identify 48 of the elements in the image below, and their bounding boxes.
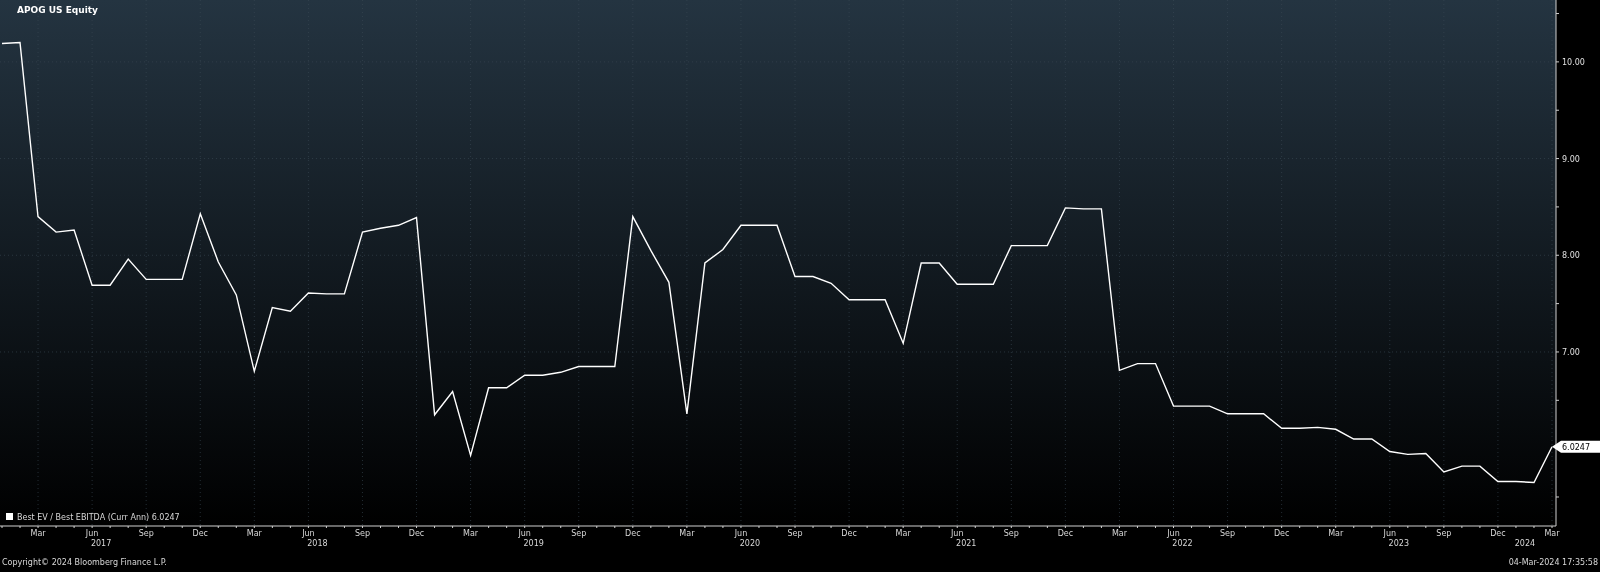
x-tick-label: Mar <box>1328 529 1344 538</box>
x-tick-label: Jun <box>518 529 531 538</box>
y-tick-label: 9.00 <box>1562 154 1580 164</box>
x-tick-label: Mar <box>30 529 46 538</box>
x-tick-label: Mar <box>246 529 262 538</box>
year-label: 2022 <box>1172 539 1193 548</box>
legend-swatch <box>6 513 13 520</box>
x-tick-label: Jun <box>734 529 748 538</box>
x-tick-label: Mar <box>1111 529 1127 538</box>
x-tick-label: Dec <box>1057 529 1074 538</box>
y-tick-label: 7.00 <box>1562 347 1580 357</box>
x-tick-label: Dec <box>1273 529 1290 538</box>
x-tick-label: Jun <box>1167 529 1180 538</box>
x-tick-label: Dec <box>1490 529 1506 538</box>
last-value-tag: 6.0247 <box>1552 440 1600 453</box>
x-tick-label: Mar <box>679 529 695 538</box>
year-label: 2021 <box>956 539 977 548</box>
x-tick-label: Sep <box>354 529 370 538</box>
x-tick-label: Sep <box>1436 529 1452 538</box>
year-label: 2018 <box>307 539 328 548</box>
x-tick-label: Dec <box>625 529 641 538</box>
x-tick-label: Dec <box>841 529 857 538</box>
x-tick-label: Mar <box>463 529 479 538</box>
x-tick-label: Mar <box>1544 529 1560 538</box>
x-tick-label: Dec <box>408 529 425 538</box>
x-tick-label: Sep <box>1003 529 1019 538</box>
year-label: 2024 <box>1514 539 1536 548</box>
copyright-text: Copyright© 2024 Bloomberg Finance L.P. <box>2 557 167 569</box>
x-tick-label: Sep <box>138 529 154 538</box>
x-tick-label: Jun <box>951 529 964 538</box>
chart-title: APOG US Equity <box>17 5 98 15</box>
x-tick-label: Dec <box>192 529 208 538</box>
x-tick-label: Jun <box>302 529 315 538</box>
year-label: 2020 <box>739 539 761 548</box>
year-label: 2017 <box>90 539 112 548</box>
x-tick-label: Sep <box>571 529 587 538</box>
y-tick-label: 8.00 <box>1562 251 1580 261</box>
x-tick-label: Sep <box>787 529 803 538</box>
annotation: 6.0247 <box>1562 442 1590 452</box>
y-tick-label: 10.00 <box>1562 57 1585 67</box>
x-tick-label: Jun <box>85 529 99 538</box>
timestamp: 04-Mar-2024 17:35:58 <box>1508 557 1598 569</box>
x-tick-label: Mar <box>895 529 911 538</box>
x-tick-label: Sep <box>1220 529 1236 538</box>
year-label: 2023 <box>1388 539 1409 548</box>
x-tick-label: Jun <box>1383 529 1397 538</box>
legend-label: Best EV / Best EBITDA (Curr Ann) 6.0247 <box>17 513 180 522</box>
year-label: 2019 <box>523 539 544 548</box>
